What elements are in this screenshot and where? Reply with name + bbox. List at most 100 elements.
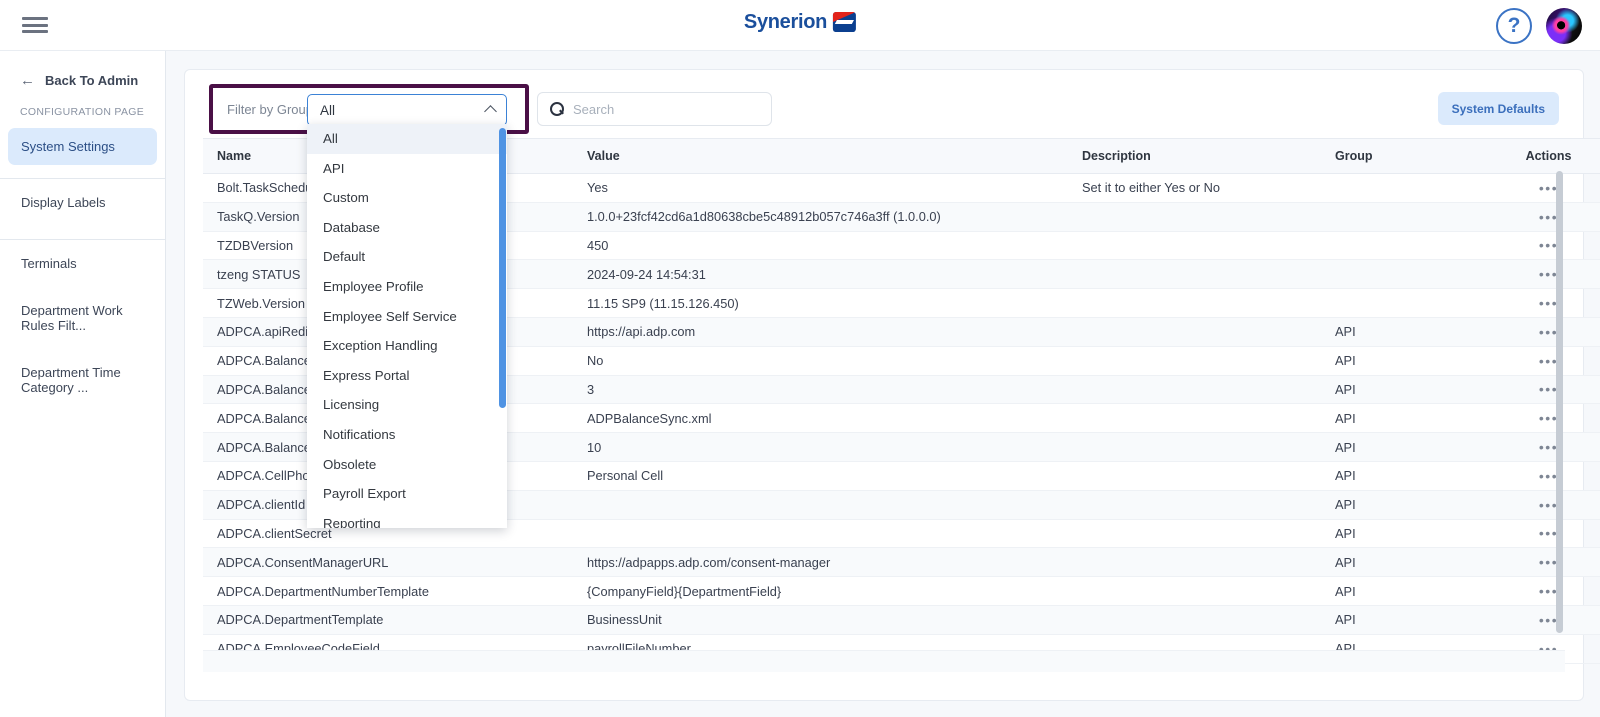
cell-description: [1068, 547, 1321, 578]
cell-value: No: [573, 346, 1068, 376]
cell-group: API: [1321, 547, 1496, 578]
back-to-admin-link[interactable]: ← Back To Admin: [0, 51, 165, 88]
cell-value: Personal Cell: [573, 461, 1068, 491]
dropdown-option[interactable]: Express Portal: [307, 361, 507, 391]
dropdown-option[interactable]: Reporting: [307, 509, 507, 528]
dropdown-option[interactable]: Notifications: [307, 420, 507, 450]
avatar[interactable]: [1546, 8, 1582, 44]
column-header-description[interactable]: Description: [1068, 138, 1321, 174]
cell-description: [1068, 461, 1321, 491]
brand-wordmark: Synerion: [743, 11, 828, 33]
cell-description: [1068, 231, 1321, 261]
cell-group: API: [1321, 519, 1496, 549]
cell-value: [573, 519, 1068, 549]
sidebar-item-department-time-category[interactable]: Department Time Category ...: [8, 349, 157, 411]
cell-actions: •••: [1496, 576, 1600, 606]
sidebar-item-display-labels[interactable]: Display Labels: [8, 179, 157, 226]
cell-group: [1321, 173, 1496, 203]
sidebar-item-label: Display Labels: [21, 195, 106, 210]
sidebar-section-title: CONFIGURATION PAGE: [20, 106, 145, 118]
filter-by-group-select[interactable]: All: [307, 94, 507, 126]
dropdown-option[interactable]: Licensing: [307, 390, 507, 420]
system-defaults-button[interactable]: System Defaults: [1437, 92, 1559, 125]
dropdown-option[interactable]: API: [307, 154, 507, 184]
column-header-group[interactable]: Group: [1321, 138, 1496, 174]
help-icon[interactable]: ?: [1496, 8, 1532, 44]
cell-value: {CompanyField}{DepartmentField}: [573, 576, 1068, 606]
cell-description: [1068, 519, 1321, 549]
table-row[interactable]: ADPCA.DepartmentTemplate BusinessUnit API •…: [203, 605, 1600, 635]
dropdown-option-list: All API Custom Database Default Employee Prof…: [307, 124, 507, 528]
cell-description: [1068, 317, 1321, 347]
cell-value: 3: [573, 375, 1068, 405]
sidebar: ← Back To Admin CONFIGURATION PAGE Syste…: [0, 51, 166, 717]
dropdown-option[interactable]: Payroll Export: [307, 479, 507, 509]
back-to-admin-label: Back To Admin: [45, 73, 139, 88]
cell-actions: •••: [1496, 605, 1600, 635]
brand-mark-icon: [833, 12, 857, 32]
cell-description: [1068, 432, 1321, 462]
cell-actions: •••: [1496, 202, 1600, 232]
search-input[interactable]: [573, 101, 763, 117]
dropdown-option[interactable]: Custom: [307, 183, 507, 213]
cell-value: 2024-09-24 14:54:31: [573, 259, 1068, 290]
sidebar-item-terminals[interactable]: Terminals: [8, 240, 157, 287]
dropdown-option[interactable]: Employee Self Service: [307, 302, 507, 332]
cell-group: [1321, 231, 1496, 261]
cell-name: ADPCA.DepartmentTemplate: [203, 605, 573, 635]
column-header-value[interactable]: Value: [573, 138, 1068, 174]
dropdown-option[interactable]: All: [307, 124, 507, 154]
cell-description: [1068, 403, 1321, 434]
cell-group: API: [1321, 375, 1496, 405]
dropdown-option[interactable]: Employee Profile: [307, 272, 507, 302]
cell-actions: •••: [1496, 375, 1600, 405]
cell-actions: •••: [1496, 519, 1600, 549]
filter-by-group-label: Filter by Group: [227, 102, 313, 117]
cell-value: 1.0.0+23fcf42cd6a1d80638cbe5c48912b057c7…: [573, 202, 1068, 232]
dropdown-option[interactable]: Database: [307, 213, 507, 243]
search-box[interactable]: [537, 92, 772, 126]
filter-selected-value: All: [320, 102, 336, 118]
sidebar-item-label: Department Time Category ...: [21, 365, 121, 395]
sidebar-item-system-settings[interactable]: System Settings: [8, 128, 157, 165]
cell-description: [1068, 288, 1321, 318]
hamburger-menu-icon[interactable]: [22, 14, 48, 36]
main-content: Filter by Group All System Defaults Name: [166, 51, 1600, 717]
cell-actions: •••: [1496, 173, 1600, 203]
sidebar-item-department-work-rules[interactable]: Department Work Rules Filt...: [8, 287, 157, 349]
cell-actions: •••: [1496, 288, 1600, 318]
cell-group: API: [1321, 317, 1496, 347]
cell-name: ADPCA.ConsentManagerURL: [203, 547, 573, 578]
table-footer: [203, 650, 1565, 672]
cell-value: https://adpapps.adp.com/consent-manager: [573, 547, 1068, 578]
cell-group: [1321, 202, 1496, 232]
cell-actions: •••: [1496, 403, 1600, 434]
cell-actions: •••: [1496, 346, 1600, 376]
cell-description: [1068, 490, 1321, 520]
cell-group: [1321, 288, 1496, 318]
cell-value: Yes: [573, 173, 1068, 203]
cell-actions: •••: [1496, 432, 1600, 462]
dropdown-scrollbar-thumb[interactable]: [499, 128, 506, 408]
cell-description: [1068, 605, 1321, 635]
cell-value: 11.15 SP9 (11.15.126.450): [573, 288, 1068, 318]
table-row[interactable]: ADPCA.ConsentManagerURL https://adpapps.a…: [203, 547, 1600, 578]
dropdown-option[interactable]: Exception Handling: [307, 331, 507, 361]
dropdown-option[interactable]: Default: [307, 242, 507, 272]
cell-actions: •••: [1496, 547, 1600, 578]
chevron-up-icon: [484, 105, 497, 118]
dropdown-option[interactable]: Obsolete: [307, 450, 507, 480]
cell-value: ADPBalanceSync.xml: [573, 403, 1068, 434]
top-header-bar: Synerion ?: [0, 0, 1600, 51]
synerion-logo: Synerion: [743, 11, 857, 33]
cell-description: [1068, 259, 1321, 290]
table-scrollbar-thumb[interactable]: [1556, 171, 1563, 633]
search-icon: [550, 102, 564, 116]
table-row[interactable]: ADPCA.DepartmentNumberTemplate {CompanyFi…: [203, 576, 1600, 606]
sidebar-item-label: Department Work Rules Filt...: [21, 303, 123, 333]
filter-group-dropdown[interactable]: All API Custom Database Default Employee Prof…: [307, 124, 507, 528]
sidebar-item-label: Terminals: [21, 256, 77, 271]
cell-group: API: [1321, 432, 1496, 462]
cell-value: https://api.adp.com: [573, 317, 1068, 347]
cell-group: API: [1321, 403, 1496, 434]
